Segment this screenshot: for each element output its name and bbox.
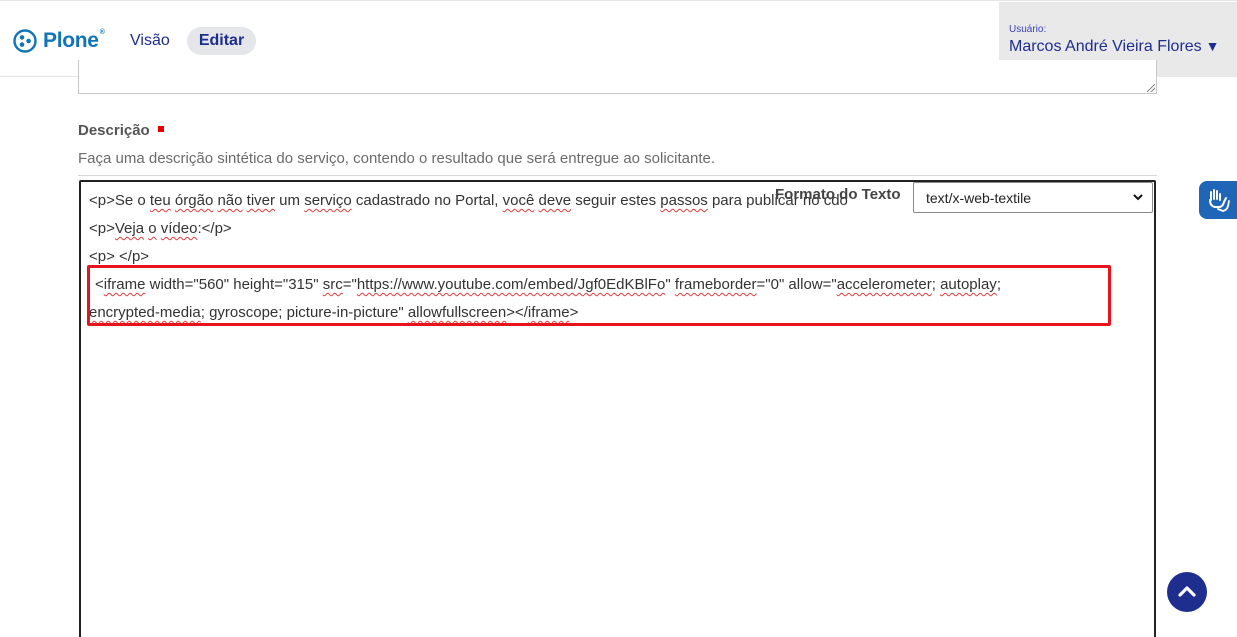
edit-tab[interactable]: Editar — [187, 27, 256, 55]
accessibility-widget-button[interactable] — [1199, 181, 1237, 219]
text-format-label: Formato do Texto — [775, 186, 901, 203]
editor-line: <p>Veja o vídeo:</p> — [89, 220, 232, 237]
editor-line: <iframe width="560" height="315" src="ht… — [95, 276, 1001, 293]
editor-line: encrypted-media; gyroscope; picture-in-p… — [89, 304, 579, 321]
user-label: Usuário: — [1009, 24, 1047, 35]
text-format-select[interactable]: text/x-web-textile — [913, 182, 1153, 213]
plone-logo[interactable]: Plone® — [13, 28, 105, 54]
description-textarea[interactable]: <p>Se o teu órgão não tiver um serviço c… — [79, 180, 1156, 637]
user-name[interactable]: Marcos André Vieira Flores ▼ — [1009, 38, 1220, 56]
plone-logo-icon — [13, 29, 37, 53]
view-link[interactable]: Visão — [130, 32, 170, 50]
divider — [78, 175, 1157, 176]
text-format-value: text/x-web-textile — [926, 189, 1032, 206]
required-marker-icon — [157, 126, 164, 132]
sign-language-hands-icon — [1209, 189, 1230, 212]
editor-line: <p> </p> — [89, 248, 150, 265]
logo-text: Plone® — [43, 29, 105, 52]
chevron-up-icon — [1178, 586, 1196, 597]
chevron-down-icon — [1133, 194, 1143, 201]
scroll-to-top-button[interactable] — [1167, 572, 1207, 612]
description-help: Faça uma descrição sintética do serviço,… — [78, 150, 716, 167]
caret-down-icon: ▼ — [1205, 38, 1220, 54]
previous-field-textarea[interactable] — [78, 60, 1157, 94]
description-label: Descrição — [78, 122, 164, 139]
resize-handle-icon[interactable] — [1147, 84, 1155, 92]
editor-line: <p>Se o teu órgão não tiver um serviço c… — [89, 192, 848, 209]
